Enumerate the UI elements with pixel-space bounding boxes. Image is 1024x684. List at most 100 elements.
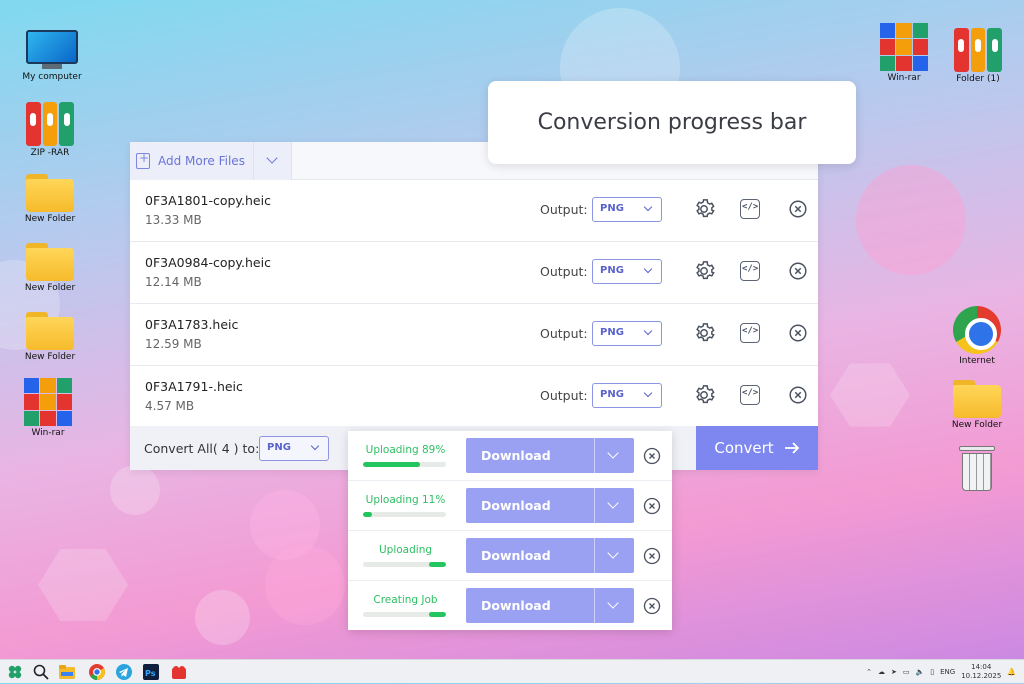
svg-text:Ps: Ps <box>145 669 156 678</box>
code-icon[interactable] <box>740 261 760 281</box>
desktop-icon-new-folder-3[interactable]: New Folder <box>15 310 85 362</box>
output-format-value: PNG <box>600 203 624 214</box>
desktop-icon-new-folder-right[interactable]: New Folder <box>942 378 1012 430</box>
gear-icon[interactable] <box>693 384 715 406</box>
output-label: Output: <box>540 388 588 403</box>
start-icon[interactable] <box>6 663 24 681</box>
desktop-icon-new-folder-1[interactable]: New Folder <box>15 172 85 224</box>
code-icon[interactable] <box>740 199 760 219</box>
file-size: 12.14 MB <box>145 275 202 289</box>
convert-button[interactable]: Convert <box>696 426 818 470</box>
file-name: 0F3A0984-copy.heic <box>145 255 271 270</box>
notifications-icon[interactable]: 🔔 <box>1007 668 1016 676</box>
battery-icon[interactable]: ▯ <box>930 668 934 676</box>
close-icon[interactable] <box>787 384 809 406</box>
chevron-down-icon <box>643 264 653 274</box>
progress-status: Uploading <box>378 544 433 556</box>
convert-all-format-select[interactable]: PNG <box>259 436 329 461</box>
network-icon[interactable]: ▭ <box>903 668 910 676</box>
add-more-files-button[interactable]: Add More Files <box>130 142 292 180</box>
output-format-select[interactable]: PNG <box>592 383 662 408</box>
close-icon[interactable] <box>642 596 662 616</box>
desktop-icon-label: New Folder <box>24 283 76 293</box>
winrar-icon <box>24 378 72 426</box>
app-icon[interactable] <box>170 663 188 681</box>
gear-icon[interactable] <box>693 198 715 220</box>
desktop-icon-label: My computer <box>22 72 82 82</box>
code-icon[interactable] <box>740 385 760 405</box>
chevron-down-icon[interactable] <box>607 497 619 509</box>
desktop-icon-recycle-bin[interactable] <box>942 446 1012 492</box>
volume-icon[interactable]: 🔈 <box>916 668 925 676</box>
progress-bar <box>363 562 446 567</box>
chevron-up-icon[interactable]: ⌃ <box>866 668 872 676</box>
desktop-icon-label: Internet <box>959 356 995 366</box>
arrow-right-icon <box>784 442 799 454</box>
chevron-down-icon[interactable] <box>607 547 619 559</box>
telegram-icon[interactable] <box>115 663 133 681</box>
file-name: 0F3A1801-copy.heic <box>145 193 271 208</box>
search-icon[interactable] <box>32 663 50 681</box>
clock[interactable]: 14:04 10.12.2025 <box>961 663 1001 681</box>
cloud-icon[interactable]: ☁ <box>878 668 885 676</box>
gear-icon[interactable] <box>693 322 715 344</box>
taskbar: Ps ⌃ ☁ ➤ ▭ 🔈 ▯ ENG 14:04 10.12.2025 🔔 <box>0 659 1024 683</box>
progress-bar <box>363 462 446 467</box>
download-label: Download <box>481 598 551 613</box>
file-name: 0F3A1791-.heic <box>145 379 243 394</box>
file-size: 13.33 MB <box>145 213 202 227</box>
close-icon[interactable] <box>642 546 662 566</box>
file-size: 12.59 MB <box>145 337 202 351</box>
desktop-icon-my-computer[interactable]: My computer <box>17 30 87 82</box>
desktop-icon-new-folder-2[interactable]: New Folder <box>15 241 85 293</box>
download-button[interactable]: Download <box>466 488 634 523</box>
close-icon[interactable] <box>787 322 809 344</box>
download-button[interactable]: Download <box>466 538 634 573</box>
desktop-icon-folder-1[interactable]: Folder (1) <box>943 28 1013 84</box>
progress-row: Uploading 89% Download <box>348 431 672 481</box>
folder-icon <box>26 310 74 350</box>
progress-status: Uploading 89% <box>365 444 446 456</box>
desktop-icon-label: Win-rar <box>887 73 921 83</box>
photoshop-icon[interactable]: Ps <box>142 663 160 681</box>
convert-all-label: Convert All( 4 ) to: <box>144 441 260 456</box>
recycle-bin-icon <box>959 446 995 492</box>
file-row: 0F3A1783.heic 12.59 MB Output: PNG <box>130 304 818 366</box>
file-name: 0F3A1783.heic <box>145 317 239 332</box>
close-icon[interactable] <box>787 198 809 220</box>
close-icon[interactable] <box>642 496 662 516</box>
gear-icon[interactable] <box>693 260 715 282</box>
binders-icon <box>26 102 75 146</box>
output-format-value: PNG <box>600 265 624 276</box>
code-icon[interactable] <box>740 323 760 343</box>
desktop-icon-label: New Folder <box>24 214 76 224</box>
download-button[interactable]: Download <box>466 438 634 473</box>
file-explorer-icon[interactable] <box>58 663 76 681</box>
progress-row: Creating Job Download <box>348 581 672 631</box>
download-button[interactable]: Download <box>466 588 634 623</box>
desktop-icon-internet[interactable]: Internet <box>942 306 1012 366</box>
desktop-icon-win-rar[interactable]: Win-rar <box>13 378 83 438</box>
chevron-down-icon[interactable] <box>266 152 278 164</box>
computer-icon <box>26 30 78 70</box>
desktop-icon-zip-rar[interactable]: ZIP -RAR <box>15 102 85 158</box>
chevron-down-icon <box>643 388 653 398</box>
progress-status: Uploading 11% <box>365 494 446 506</box>
output-format-select[interactable]: PNG <box>592 259 662 284</box>
folder-icon <box>26 172 74 212</box>
output-format-select[interactable]: PNG <box>592 197 662 222</box>
close-icon[interactable] <box>642 446 662 466</box>
chevron-down-icon <box>310 441 320 451</box>
chevron-down-icon <box>643 326 653 336</box>
system-tray: ⌃ ☁ ➤ ▭ 🔈 ▯ ENG 14:04 10.12.2025 🔔 <box>866 660 1016 684</box>
desktop-icon-win-rar-right[interactable]: Win-rar <box>869 23 939 83</box>
chrome-icon[interactable] <box>88 663 106 681</box>
callout-text: Conversion progress bar <box>537 110 807 135</box>
telegram-tray-icon[interactable]: ➤ <box>891 668 897 676</box>
language-indicator[interactable]: ENG <box>940 668 955 676</box>
output-format-select[interactable]: PNG <box>592 321 662 346</box>
output-label: Output: <box>540 326 588 341</box>
chevron-down-icon[interactable] <box>607 597 619 609</box>
chevron-down-icon[interactable] <box>607 447 619 459</box>
close-icon[interactable] <box>787 260 809 282</box>
